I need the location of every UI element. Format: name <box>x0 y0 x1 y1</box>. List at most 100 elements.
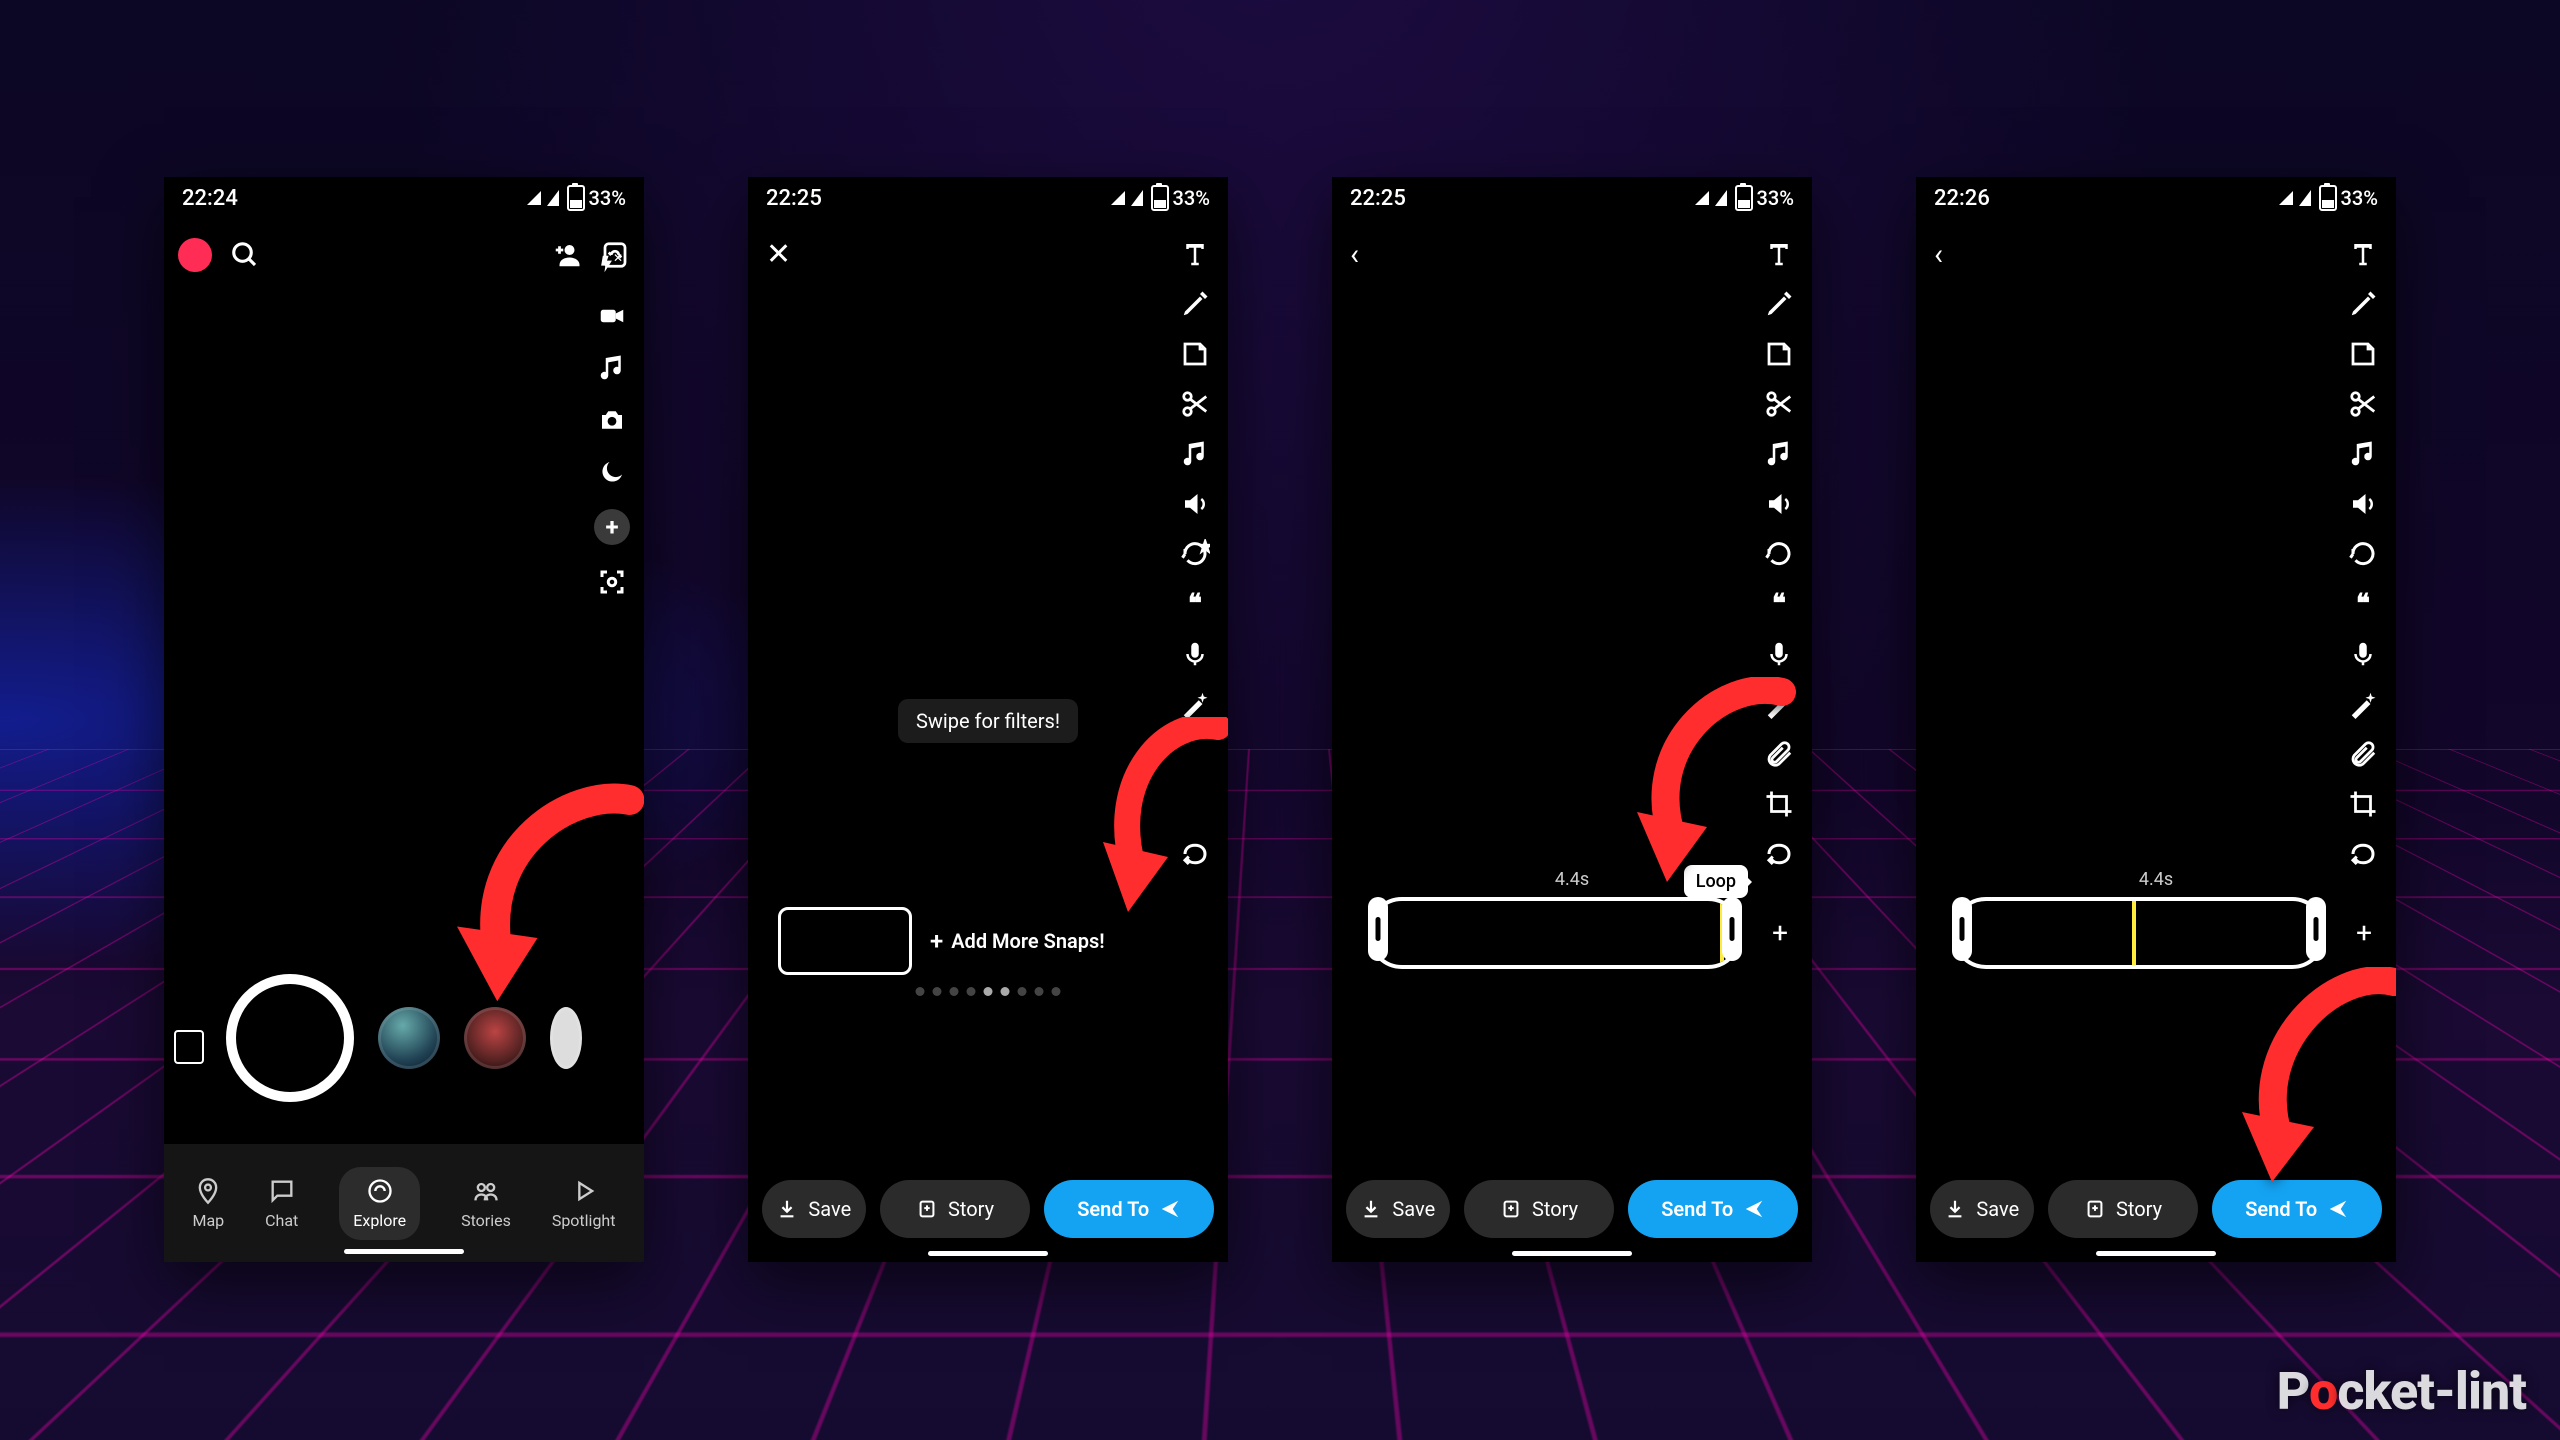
loop-icon[interactable] <box>2348 839 2378 869</box>
scissors-icon[interactable] <box>1764 389 1794 419</box>
loop-icon[interactable] <box>1764 839 1794 869</box>
flash-icon[interactable]: ✕ <box>597 249 627 279</box>
back-button[interactable]: ‹ <box>1934 237 1943 272</box>
text-icon[interactable] <box>1764 239 1794 269</box>
clip-duration: 4.4s <box>2139 869 2173 890</box>
nav-spotlight[interactable]: Spotlight <box>552 1177 616 1230</box>
pencil-icon[interactable] <box>1180 289 1210 319</box>
add-clip-button[interactable]: + <box>2356 917 2372 950</box>
lens-carousel-item[interactable] <box>378 1007 440 1069</box>
nav-explore[interactable]: Explore <box>339 1167 420 1240</box>
trim-handle-right[interactable] <box>2306 897 2326 961</box>
lens-carousel-item[interactable] <box>464 1007 526 1069</box>
close-button[interactable]: ✕ <box>766 237 791 272</box>
send-label: Send To <box>2245 1197 2317 1221</box>
trim-handle-right[interactable] <box>1722 897 1742 961</box>
attachment-icon[interactable] <box>2348 739 2378 769</box>
scan-icon[interactable] <box>597 567 627 597</box>
back-button[interactable]: ‹ <box>1350 237 1359 272</box>
signal-icon <box>1131 190 1143 206</box>
volume-icon[interactable] <box>1764 489 1794 519</box>
video-icon[interactable] <box>597 301 627 331</box>
add-tool-button[interactable]: + <box>594 509 630 545</box>
status-right: 33% <box>527 185 626 211</box>
pencil-icon[interactable] <box>2348 289 2378 319</box>
nav-label: Explore <box>353 1211 406 1230</box>
trim-handle-left[interactable] <box>1952 897 1972 961</box>
speed-icon[interactable] <box>1764 539 1794 569</box>
status-time: 22:24 <box>182 186 238 211</box>
add-more-snaps-button[interactable]: +Add More Snaps! <box>930 927 1105 955</box>
magic-icon[interactable] <box>1764 689 1794 719</box>
speed-icon[interactable] <box>2348 539 2378 569</box>
attachment-icon[interactable] <box>1764 739 1794 769</box>
nav-chat[interactable]: Chat <box>265 1177 298 1230</box>
story-button[interactable]: Story <box>880 1180 1031 1238</box>
magic-icon[interactable] <box>2348 689 2378 719</box>
send-to-button[interactable]: Send To <box>1044 1180 1214 1238</box>
music-icon[interactable] <box>1180 439 1210 469</box>
playhead[interactable] <box>2132 897 2136 969</box>
search-icon[interactable] <box>230 240 260 270</box>
send-label: Send To <box>1077 1197 1149 1221</box>
nav-label: Spotlight <box>552 1211 616 1230</box>
phone-row: 22:24 33% ✕ + <box>0 177 2560 1262</box>
lens-carousel-item[interactable] <box>550 1007 582 1069</box>
battery-icon <box>1151 185 1169 211</box>
save-button[interactable]: Save <box>1346 1180 1450 1238</box>
volume-icon[interactable] <box>2348 489 2378 519</box>
mic-icon[interactable] <box>2348 639 2378 669</box>
sticker-icon[interactable] <box>2348 339 2378 369</box>
mic-icon[interactable] <box>1180 639 1210 669</box>
trim-bar[interactable]: + <box>1368 897 1742 969</box>
camera-icon[interactable] <box>597 405 627 435</box>
loop-label: Loop <box>1696 871 1736 892</box>
nav-stories[interactable]: Stories <box>461 1177 511 1230</box>
send-to-button[interactable]: Send To <box>1628 1180 1798 1238</box>
action-bar: Save Story Send To <box>762 1180 1214 1238</box>
crop-icon[interactable] <box>2348 789 2378 819</box>
crop-icon[interactable] <box>1764 789 1794 819</box>
battery-icon <box>567 185 585 211</box>
action-bar: Save Story Send To <box>1930 1180 2382 1238</box>
text-icon[interactable] <box>1180 239 1210 269</box>
music-icon[interactable] <box>1764 439 1794 469</box>
send-to-button[interactable]: Send To <box>2212 1180 2382 1238</box>
shutter-button[interactable] <box>226 974 354 1102</box>
sticker-icon[interactable] <box>1180 339 1210 369</box>
watermark: Pocket-lint <box>2277 1361 2526 1422</box>
add-more-label: Add More Snaps! <box>951 929 1104 953</box>
mic-icon[interactable] <box>1764 639 1794 669</box>
trim-handle-left[interactable] <box>1368 897 1388 961</box>
speed-icon[interactable]: ★ <box>1180 539 1210 569</box>
save-button[interactable]: Save <box>762 1180 866 1238</box>
volume-icon[interactable] <box>1180 489 1210 519</box>
music-icon[interactable] <box>2348 439 2378 469</box>
trim-bar[interactable]: + <box>1952 897 2326 969</box>
scissors-icon[interactable] <box>2348 389 2378 419</box>
sticker-icon[interactable] <box>1764 339 1794 369</box>
story-button[interactable]: Story <box>2048 1180 2199 1238</box>
quote-icon[interactable]: ❝ <box>2348 589 2378 619</box>
save-button[interactable]: Save <box>1930 1180 2034 1238</box>
scissors-icon[interactable] <box>1180 389 1210 419</box>
quote-icon[interactable]: ❝ <box>1180 589 1210 619</box>
status-bar: 22:24 33% <box>164 177 644 219</box>
profile-avatar[interactable] <box>178 238 212 272</box>
pencil-icon[interactable] <box>1764 289 1794 319</box>
add-friend-icon[interactable] <box>552 240 582 270</box>
phone-editor-loop: 22:25 33% ‹ ❝ Loop 4.4s <box>1332 177 1812 1262</box>
snap-thumbnail[interactable] <box>778 907 912 975</box>
nav-map[interactable]: Map <box>192 1177 224 1230</box>
quote-icon[interactable]: ❝ <box>1764 589 1794 619</box>
filter-page-dots <box>916 987 1061 996</box>
music-icon[interactable] <box>597 353 627 383</box>
magic-icon[interactable] <box>1180 689 1210 719</box>
add-clip-button[interactable]: + <box>1772 917 1788 950</box>
text-icon[interactable] <box>2348 239 2378 269</box>
battery-pct: 33% <box>589 186 626 210</box>
night-mode-icon[interactable] <box>597 457 627 487</box>
nav-label: Stories <box>461 1211 511 1230</box>
loop-icon[interactable] <box>1180 839 1210 869</box>
story-button[interactable]: Story <box>1464 1180 1615 1238</box>
